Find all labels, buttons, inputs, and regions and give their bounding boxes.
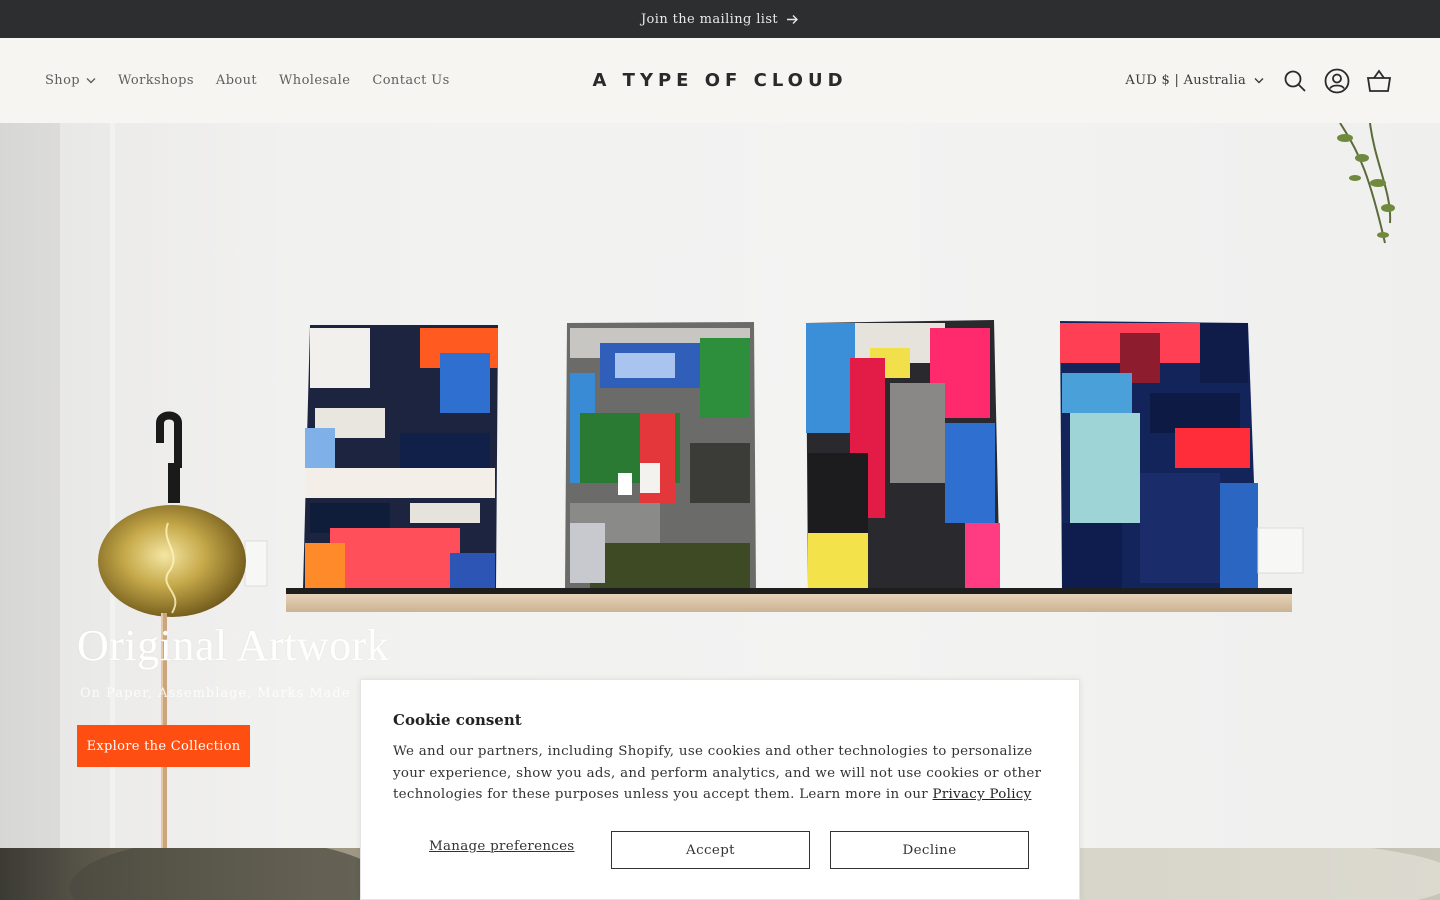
- nav-item-wholesale[interactable]: Wholesale: [279, 73, 350, 88]
- nav-item-shop-label[interactable]: Shop: [45, 73, 80, 88]
- currency-selector[interactable]: AUD $ | Australia: [1125, 73, 1264, 88]
- search-icon[interactable]: [1282, 68, 1308, 94]
- account-icon[interactable]: [1324, 68, 1350, 94]
- cookie-title: Cookie consent: [393, 711, 522, 729]
- cookie-consent-dialog: Cookie consent We and our partners, incl…: [360, 679, 1080, 900]
- main-nav: Shop Workshops About Wholesale Contact U…: [45, 38, 450, 123]
- chevron-down-icon: [1254, 73, 1264, 88]
- announcement-text[interactable]: Join the mailing list: [641, 12, 778, 27]
- hero-title: Original Artwork: [77, 621, 390, 670]
- announcement-bar[interactable]: Join the mailing list: [0, 0, 1440, 38]
- cookie-body: We and our partners, including Shopify, …: [393, 741, 1053, 806]
- chevron-down-icon: [86, 73, 96, 88]
- hero-subtitle: On Paper, Assemblage, Marks Made: [80, 686, 351, 701]
- header-tools: AUD $ | Australia: [1125, 38, 1392, 123]
- nav-item-about[interactable]: About: [216, 73, 257, 88]
- accept-button[interactable]: Accept: [611, 831, 810, 869]
- explore-collection-button[interactable]: Explore the Collection: [77, 725, 250, 767]
- site-header: Shop Workshops About Wholesale Contact U…: [0, 38, 1440, 123]
- arrow-right-icon: [786, 14, 799, 25]
- decline-button[interactable]: Decline: [830, 831, 1029, 869]
- manage-preferences-link[interactable]: Manage preferences: [429, 839, 574, 854]
- currency-label[interactable]: AUD $ | Australia: [1125, 73, 1246, 88]
- privacy-policy-link[interactable]: Privacy Policy: [933, 787, 1032, 802]
- nav-item-workshops[interactable]: Workshops: [118, 73, 194, 88]
- nav-item-contact[interactable]: Contact Us: [372, 73, 449, 88]
- cart-icon[interactable]: [1366, 68, 1392, 94]
- nav-item-shop[interactable]: Shop: [45, 73, 96, 88]
